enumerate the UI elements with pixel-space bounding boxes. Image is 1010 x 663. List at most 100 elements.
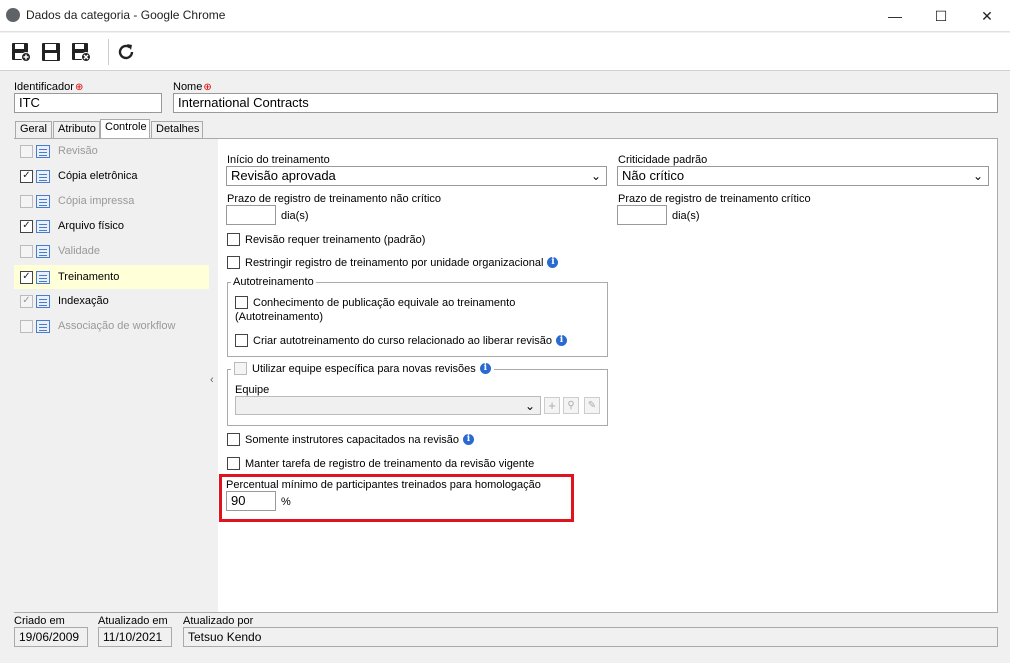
checkbox[interactable] (227, 433, 240, 446)
sidebar-item-validade[interactable]: Validade (20, 241, 210, 261)
list-icon (36, 319, 50, 333)
save-icon[interactable] (38, 39, 64, 65)
atualizado-label: Atualizado em (98, 615, 168, 627)
checkbox[interactable]: ✓ (20, 294, 33, 308)
title-bar: Dados da categoria - Google Chrome — ☐ ✕ (0, 0, 1010, 32)
checkbox[interactable] (20, 144, 33, 158)
sidebar-item-label: Cópia impressa (58, 195, 135, 207)
checkbox[interactable] (20, 244, 33, 258)
sidebar-item-label: Treinamento (58, 271, 120, 283)
tab-controle[interactable]: Controle (100, 119, 150, 138)
criado-label: Criado em (14, 615, 65, 627)
sidebar-item-associacao-workflow[interactable]: Associação de workflow (20, 316, 210, 336)
list-icon (36, 244, 50, 258)
conhecimento-label-line2: (Autotreinamento) (235, 311, 324, 323)
sidebar-item-treinamento[interactable]: ✓ Treinamento (14, 265, 209, 289)
splitter[interactable]: ‹ (210, 139, 218, 612)
checkbox[interactable] (235, 334, 248, 347)
somente-instrutores-label: Somente instrutores capacitados na revis… (245, 433, 460, 446)
criado-field: 19/06/2009 (14, 627, 88, 647)
sidebar-item-revisao[interactable]: Revisão (20, 141, 210, 161)
restringir-label: Restringir registro de treinamento por u… (245, 256, 544, 269)
sidebar-item-copia-eletronica[interactable]: ✓ Cópia eletrônica (20, 166, 210, 186)
sidebar-item-label: Associação de workflow (58, 320, 176, 332)
conhecimento-checkbox-row[interactable]: Conhecimento de publicação equivale ao t… (235, 296, 515, 309)
list-icon (36, 294, 50, 308)
add-icon[interactable]: + (544, 397, 560, 414)
revisao-requer-checkbox-row[interactable]: Revisão requer treinamento (padrão) (227, 233, 425, 246)
maximize-button[interactable]: ☐ (918, 0, 964, 32)
sidebar-item-label: Indexação (58, 295, 109, 307)
sidebar-item-label: Arquivo físico (58, 220, 125, 232)
chrome-icon (6, 8, 20, 22)
atualizado-por-field: Tetsuo Kendo (183, 627, 998, 647)
manter-tarefa-checkbox-row[interactable]: Manter tarefa de registro de treinamento… (227, 457, 534, 470)
checkbox[interactable]: ✓ (20, 270, 33, 284)
list-icon (36, 144, 50, 158)
nome-label: Nome⊕ (173, 81, 212, 93)
binoculars-icon[interactable]: ⚲ (563, 397, 579, 414)
toolbar (0, 33, 1010, 71)
save-close-icon[interactable] (68, 39, 94, 65)
inicio-label: Início do treinamento (227, 154, 330, 166)
list-icon (36, 270, 50, 284)
nome-field[interactable]: International Contracts (173, 93, 998, 113)
checkbox[interactable] (20, 319, 33, 333)
sidebar-item-copia-impressa[interactable]: Cópia impressa (20, 191, 210, 211)
manter-tarefa-label: Manter tarefa de registro de treinamento… (245, 457, 535, 470)
checkbox[interactable] (20, 194, 33, 208)
tab-detalhes[interactable]: Detalhes (151, 121, 203, 138)
list-icon (36, 194, 50, 208)
tab-geral[interactable]: Geral (15, 121, 52, 138)
chevron-down-icon: ⌄ (590, 169, 601, 183)
sidebar-item-label: Cópia eletrônica (58, 170, 138, 182)
criar-auto-label: Criar autotreinamento do curso relaciona… (253, 334, 552, 347)
checkbox[interactable]: ✓ (20, 219, 33, 233)
checkbox[interactable] (227, 256, 240, 269)
utilizar-equipe-label: Utilizar equipe específica para novas re… (252, 362, 476, 375)
prazo-nao-critico-field[interactable] (226, 205, 276, 225)
restringir-checkbox-row[interactable]: Restringir registro de treinamento por u… (227, 256, 559, 269)
identificador-label: Identificador⊕ (14, 81, 84, 93)
minimize-button[interactable]: — (872, 0, 918, 32)
checkbox[interactable] (235, 296, 248, 309)
sidebar-item-label: Revisão (58, 145, 98, 157)
chevron-down-icon: ⌄ (524, 399, 535, 413)
somente-instrutores-checkbox-row[interactable]: Somente instrutores capacitados na revis… (227, 433, 475, 446)
toolbar-separator (108, 39, 109, 65)
sidebar-item-arquivo-fisico[interactable]: ✓ Arquivo físico (20, 216, 210, 236)
close-button[interactable]: ✕ (964, 0, 1010, 32)
highlight-box (219, 474, 574, 522)
chevron-down-icon: ⌄ (972, 169, 983, 183)
prazo-critico-field[interactable] (617, 205, 667, 225)
inicio-value: Revisão aprovada (231, 168, 336, 183)
checkbox[interactable] (227, 457, 240, 470)
conhecimento-label: Conhecimento de publicação equivale ao t… (253, 296, 516, 309)
criar-auto-checkbox-row[interactable]: Criar autotreinamento do curso relaciona… (235, 334, 567, 347)
identificador-field[interactable]: ITC (14, 93, 162, 113)
checkbox[interactable] (234, 362, 247, 375)
info-icon[interactable]: i (547, 257, 559, 268)
info-icon[interactable]: i (556, 335, 567, 346)
collapse-chevron-icon[interactable]: ‹ (210, 374, 214, 386)
criticidade-select[interactable]: Não crítico ⌄ (617, 166, 989, 186)
checkbox[interactable] (227, 233, 240, 246)
utilizar-equipe-checkbox-row[interactable]: Utilizar equipe específica para novas re… (231, 362, 494, 375)
dias-unit-critico: dia(s) (672, 210, 700, 222)
sidebar-item-label: Validade (58, 245, 100, 257)
list-icon (36, 219, 50, 233)
prazo-nao-critico-label: Prazo de registro de treinamento não crí… (227, 193, 442, 205)
equipe-select[interactable]: ⌄ (235, 396, 541, 415)
refresh-icon[interactable] (113, 39, 139, 65)
inicio-select[interactable]: Revisão aprovada ⌄ (226, 166, 607, 186)
info-icon[interactable]: i (463, 434, 475, 445)
save-new-icon[interactable] (8, 39, 34, 65)
checkbox[interactable]: ✓ (20, 169, 33, 183)
sidebar-item-indexacao[interactable]: ✓ Indexação (20, 291, 210, 311)
window-title: Dados da categoria - Google Chrome (26, 8, 226, 22)
tab-atributo[interactable]: Atributo (53, 121, 100, 138)
info-icon[interactable]: i (479, 363, 491, 374)
eraser-icon[interactable]: ✎ (584, 397, 600, 414)
dias-unit: dia(s) (281, 210, 309, 222)
atualizado-por-label: Atualizado por (183, 615, 254, 627)
